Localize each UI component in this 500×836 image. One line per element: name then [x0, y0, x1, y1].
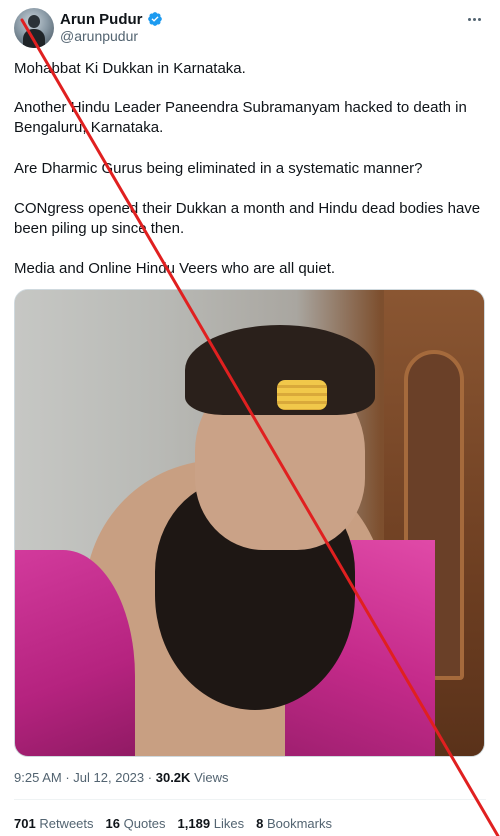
author-name-row: Arun Pudur — [60, 9, 163, 29]
tweet-header: Arun Pudur @arunpudur — [14, 8, 486, 48]
tweet-date[interactable]: Jul 12, 2023 — [73, 770, 144, 785]
photo-tilak — [277, 380, 327, 410]
tweet-text-line-5: CONgress opened their Dukkan a month and… — [14, 200, 481, 217]
tweet-text-line-2: Another Hindu Leader Paneendra Subramany… — [14, 99, 467, 116]
tweet-photo[interactable] — [14, 289, 485, 757]
tweet-card: Arun Pudur @arunpudur Mohabbat Ki Dukkan… — [0, 0, 500, 836]
retweets-label: Retweets — [39, 816, 94, 831]
tweet-text-line-4: Are Dharmic Gurus being eliminated in a … — [14, 160, 423, 177]
meta-separator: · — [65, 770, 70, 785]
likes-label: Likes — [213, 816, 245, 831]
retweets-stat[interactable]: 701 Retweets — [14, 816, 94, 831]
bookmarks-label: Bookmarks — [266, 816, 332, 831]
author-name[interactable]: Arun Pudur — [60, 11, 143, 28]
tweet-text-line-7: Media and Online Hindu Veers who are all… — [14, 260, 336, 277]
bookmarks-count: 8 — [256, 816, 264, 831]
quotes-stat[interactable]: 16 Quotes — [106, 816, 166, 831]
engagement-stats: 701 Retweets 16 Quotes 1,189 Likes 8 Boo… — [14, 816, 332, 831]
views-count: 30.2K — [155, 770, 191, 785]
author-handle[interactable]: @arunpudur — [60, 28, 138, 44]
stats-divider — [14, 799, 486, 800]
tweet-text-line-1: Mohabbat Ki Dukkan in Karnataka. — [14, 60, 246, 77]
more-options-icon[interactable] — [462, 10, 486, 28]
avatar[interactable] — [14, 8, 54, 48]
quotes-count: 16 — [105, 816, 120, 831]
tweet-text-line-3: Bengaluru, Karnataka. — [14, 119, 164, 136]
retweets-count: 701 — [14, 816, 36, 831]
bookmarks-stat[interactable]: 8 Bookmarks — [256, 816, 332, 831]
views-label: Views — [194, 770, 229, 785]
likes-count: 1,189 — [177, 816, 211, 831]
verified-badge-icon — [147, 12, 162, 26]
avatar-body-shape — [23, 29, 45, 48]
quotes-label: Quotes — [123, 816, 166, 831]
meta-separator-2: · — [147, 770, 153, 785]
tweet-text-line-6: been piling up since then. — [14, 220, 185, 237]
tweet-time[interactable]: 9:25 AM — [14, 770, 62, 785]
avatar-head-shape — [28, 15, 40, 28]
tweet-meta: 9:25 AM · Jul 12, 2023 · 30.2K Views — [14, 770, 229, 785]
likes-stat[interactable]: 1,189 Likes — [178, 816, 245, 831]
